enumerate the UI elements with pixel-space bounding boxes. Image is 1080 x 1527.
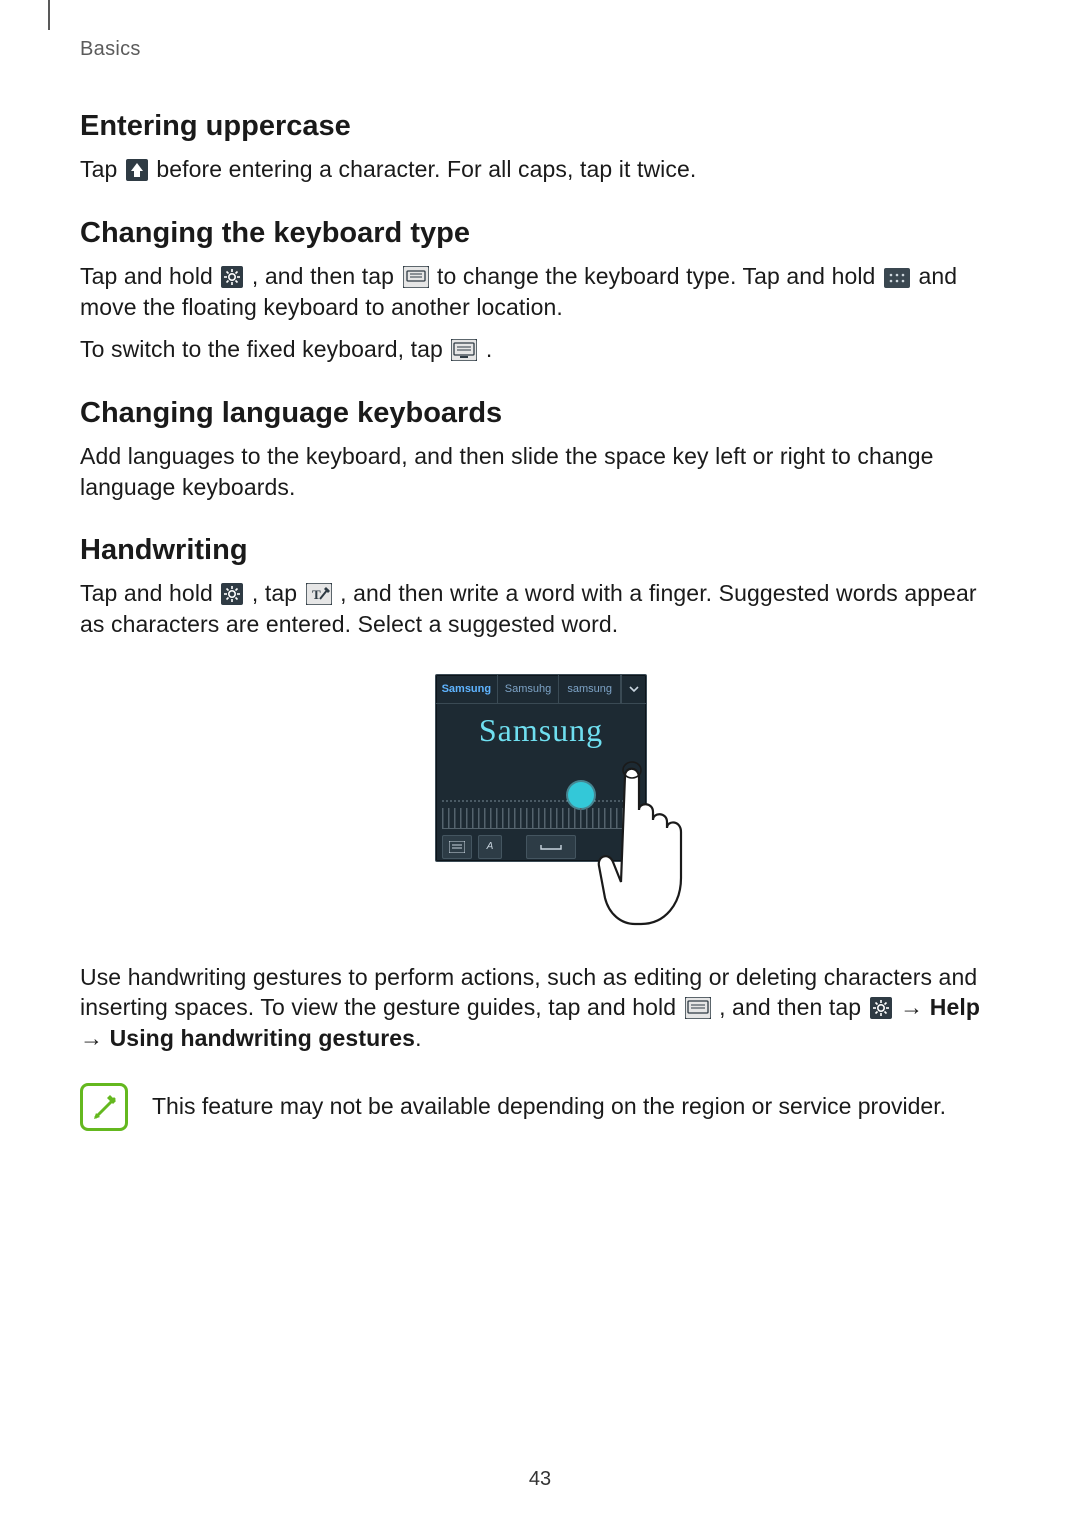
handwriting-mode-icon: T	[306, 583, 332, 605]
pen-style-icon: A	[478, 835, 502, 859]
heading-handwriting: Handwriting	[80, 532, 1000, 568]
suggestion-3: samsung	[559, 675, 621, 703]
settings-gear-icon	[870, 997, 892, 1019]
more-suggestions-icon	[621, 675, 646, 703]
pointing-hand-illustration	[581, 748, 701, 928]
floating-keyboard-icon	[403, 266, 429, 288]
paragraph-language: Add languages to the keyboard, and then …	[80, 441, 1000, 502]
text: .	[486, 336, 493, 362]
text: Tap	[80, 156, 124, 182]
fixed-keyboard-icon	[685, 997, 711, 1019]
text: .	[415, 1025, 422, 1051]
breadcrumb: Basics	[80, 38, 1000, 61]
keyboard-switch-icon	[442, 835, 472, 859]
text: →	[900, 994, 930, 1020]
svg-text:T: T	[312, 587, 321, 602]
note-callout: This feature may not be available depend…	[80, 1083, 1000, 1131]
text: To switch to the fixed keyboard, tap	[80, 336, 449, 362]
paragraph-kbtype-2: To switch to the fixed keyboard, tap .	[80, 334, 1000, 365]
handwriting-figure: Samsung Samsuhg samsung Samsung A	[80, 670, 1000, 926]
page-header: Basics	[80, 38, 1000, 62]
manual-page: Basics Entering uppercase Tap before ent…	[0, 0, 1080, 1527]
menu-path-help: Help	[930, 994, 980, 1020]
suggestion-2: Samsuhg	[498, 675, 560, 703]
header-crop-mark	[48, 0, 50, 30]
heading-language-keyboards: Changing language keyboards	[80, 395, 1000, 431]
shift-key-icon	[126, 159, 148, 181]
heading-keyboard-type: Changing the keyboard type	[80, 215, 1000, 251]
handwritten-word: Samsung	[442, 712, 640, 749]
suggestion-bar: Samsung Samsuhg samsung	[436, 675, 646, 704]
paragraph-handwriting-2: Use handwriting gestures to perform acti…	[80, 962, 1000, 1054]
note-icon	[80, 1083, 128, 1131]
text: , and then tap	[719, 994, 868, 1020]
text: Tap and hold	[80, 263, 219, 289]
text: , and then tap	[252, 263, 401, 289]
menu-path-gestures: Using handwriting gestures	[110, 1025, 415, 1051]
note-text: This feature may not be available depend…	[152, 1083, 946, 1122]
fixed-keyboard-icon	[451, 339, 477, 361]
page-number: 43	[0, 1468, 1080, 1491]
paragraph-handwriting-1: Tap and hold , tap T , and then write a …	[80, 578, 1000, 639]
settings-gear-icon	[221, 266, 243, 288]
text: , tap	[252, 580, 304, 606]
text: Tap and hold	[80, 580, 219, 606]
paragraph-kbtype-1: Tap and hold , and then tap to change th…	[80, 261, 1000, 322]
heading-entering-uppercase: Entering uppercase	[80, 108, 1000, 144]
text: before entering a character. For all cap…	[156, 156, 696, 182]
paragraph-uppercase: Tap before entering a character. For all…	[80, 154, 1000, 185]
suggestion-1: Samsung	[436, 675, 498, 703]
space-key	[526, 835, 576, 859]
text: →	[80, 1025, 110, 1051]
drag-handle-icon	[884, 268, 910, 288]
settings-gear-icon	[221, 583, 243, 605]
text: to change the keyboard type. Tap and hol…	[437, 263, 882, 289]
